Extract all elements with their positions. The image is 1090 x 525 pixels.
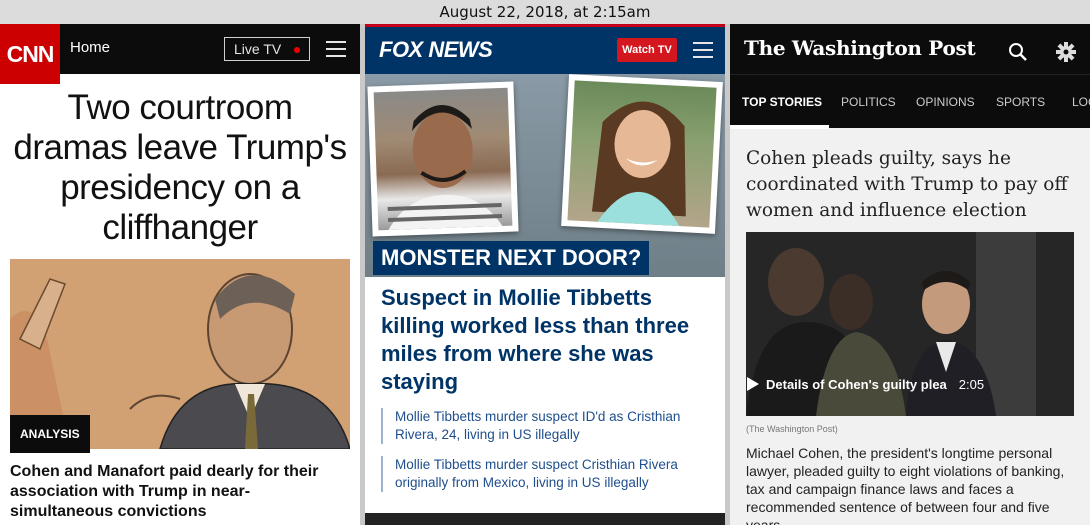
wapo-headline[interactable]: Cohen pleads guilty, says he coordinated… <box>746 146 1076 224</box>
cnn-logo[interactable]: CNN <box>0 24 60 84</box>
tab-local[interactable]: LOC <box>1072 95 1090 109</box>
menu-icon[interactable] <box>693 42 713 58</box>
play-icon <box>747 377 759 391</box>
wapo-panel: The Washington Post TOP STORIES POLITICS… <box>730 24 1090 525</box>
active-tab-indicator <box>730 125 829 129</box>
cnn-headline[interactable]: Two courtroom dramas leave Trump's presi… <box>0 88 360 248</box>
wapo-logo[interactable]: The Washington Post <box>744 36 976 60</box>
home-link[interactable]: Home <box>70 39 110 56</box>
victim-portrait <box>591 101 686 227</box>
wapo-header: The Washington Post <box>730 24 1090 74</box>
photo-credit: (The Washington Post) <box>746 424 838 434</box>
menu-icon[interactable] <box>326 41 346 57</box>
analysis-badge: ANALYSIS <box>10 415 90 453</box>
cnn-panel: CNN Home Live TV Two courtroom dramas le… <box>0 24 360 525</box>
section-tabs: TOP STORIES POLITICS OPINIONS SPORTS LOC <box>730 74 1090 129</box>
fox-headline[interactable]: Suspect in Mollie Tibbetts killing worke… <box>381 284 711 396</box>
related-link-1[interactable]: Mollie Tibbetts murder suspect ID'd as C… <box>381 408 701 444</box>
gear-icon[interactable] <box>1055 41 1077 63</box>
tab-sports[interactable]: SPORTS <box>996 95 1045 109</box>
search-icon[interactable] <box>1008 42 1028 62</box>
watch-tv-button[interactable]: Watch TV <box>617 38 677 62</box>
timestamp: August 22, 2018, at 2:15am <box>439 3 651 21</box>
fox-panel: FOX NEWS Watch TV MONSTER NEXT DOOR? Sus… <box>365 24 725 525</box>
next-story-image[interactable] <box>365 513 725 525</box>
suspect-portrait <box>387 105 503 230</box>
victim-photo <box>561 74 723 234</box>
video-duration: 2:05 <box>958 376 985 392</box>
tab-opinions[interactable]: OPINIONS <box>916 95 975 109</box>
suspect-photo <box>367 81 519 237</box>
cnn-header: CNN Home Live TV <box>0 24 360 84</box>
tab-politics[interactable]: POLITICS <box>841 95 896 109</box>
fox-logo[interactable]: FOX NEWS <box>379 37 493 63</box>
fox-header: FOX NEWS Watch TV <box>365 24 725 74</box>
article-summary[interactable]: Michael Cohen, the president's longtime … <box>746 444 1076 525</box>
live-tv-label: Live TV <box>234 41 282 57</box>
video-link[interactable]: Details of Cohen's guilty plea 2:05 <box>746 376 984 392</box>
tab-top-stories[interactable]: TOP STORIES <box>742 95 822 109</box>
video-label: Details of Cohen's guilty plea <box>766 376 947 392</box>
live-dot-icon <box>294 47 300 53</box>
kicker-label: MONSTER NEXT DOOR? <box>373 241 650 275</box>
live-tv-button[interactable]: Live TV <box>224 37 310 61</box>
status-bar: August 22, 2018, at 2:15am <box>0 0 1090 24</box>
related-link-2[interactable]: Mollie Tibbetts murder suspect Cristhian… <box>381 456 701 492</box>
cnn-subheadline[interactable]: Cohen and Manafort paid dearly for their… <box>10 462 345 522</box>
